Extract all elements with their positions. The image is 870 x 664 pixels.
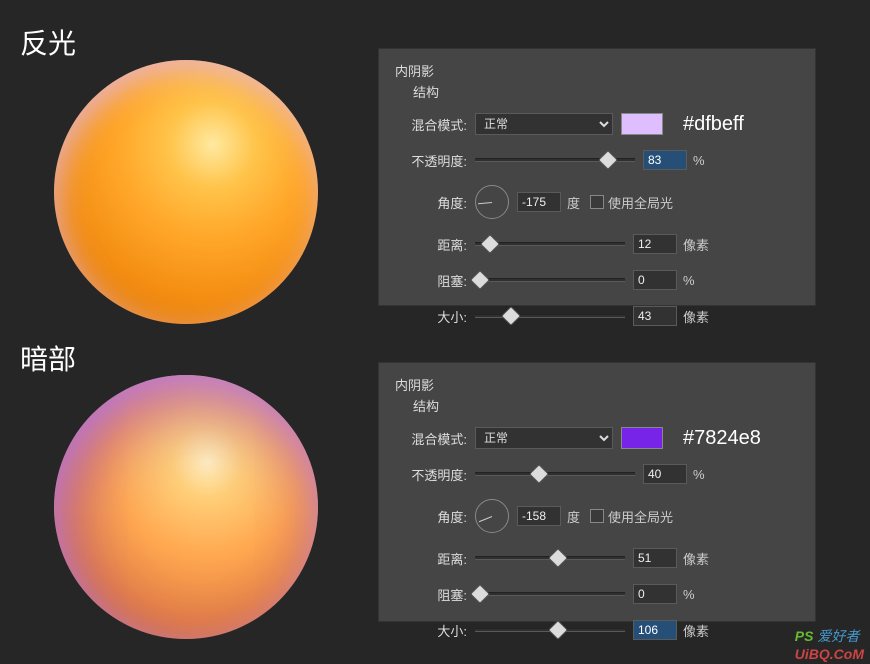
- slider-thumb[interactable]: [548, 548, 568, 568]
- choke-label: 阻塞:: [393, 271, 467, 290]
- angle-unit: 度: [567, 193, 580, 212]
- preview-sphere-reflection: [54, 60, 318, 324]
- distance-row: 距离: 51 像素: [393, 545, 801, 571]
- global-light-checkbox[interactable]: [590, 195, 604, 209]
- slider-thumb[interactable]: [470, 584, 490, 604]
- panel-title: 内阴影: [395, 375, 801, 394]
- blend-mode-select[interactable]: 正常: [475, 427, 613, 449]
- angle-input[interactable]: -175: [517, 192, 561, 212]
- size-label: 大小:: [393, 307, 467, 326]
- slider-thumb[interactable]: [480, 234, 500, 254]
- watermark-ps: PS: [795, 628, 814, 644]
- watermark-url: UiBQ.CoM: [795, 646, 864, 662]
- slider-thumb[interactable]: [529, 464, 549, 484]
- color-swatch[interactable]: [621, 427, 663, 449]
- distance-slider[interactable]: [475, 556, 625, 560]
- section-label-shadow: 暗部: [20, 338, 76, 378]
- global-light-checkbox[interactable]: [590, 509, 604, 523]
- choke-slider[interactable]: [475, 592, 625, 596]
- watermark-cn: 爱好者: [817, 628, 859, 644]
- hex-color-text: #7824e8: [683, 427, 761, 450]
- size-row: 大小: 106 像素: [393, 617, 801, 643]
- opacity-unit: %: [693, 153, 705, 168]
- choke-label: 阻塞:: [393, 585, 467, 604]
- opacity-row: 不透明度: 83 %: [393, 147, 801, 173]
- angle-row: 角度: -175 度 使用全局光: [393, 183, 801, 221]
- size-input[interactable]: 43: [633, 306, 677, 326]
- distance-label: 距离:: [393, 235, 467, 254]
- angle-row: 角度: -158 度 使用全局光: [393, 497, 801, 535]
- slider-thumb[interactable]: [501, 306, 521, 326]
- angle-needle: [478, 202, 492, 204]
- size-unit: 像素: [683, 621, 709, 640]
- size-label: 大小:: [393, 621, 467, 640]
- angle-input[interactable]: -158: [517, 506, 561, 526]
- angle-unit: 度: [567, 507, 580, 526]
- blend-mode-label: 混合模式:: [393, 115, 467, 134]
- size-input[interactable]: 106: [633, 620, 677, 640]
- choke-input[interactable]: 0: [633, 270, 677, 290]
- opacity-unit: %: [693, 467, 705, 482]
- distance-unit: 像素: [683, 549, 709, 568]
- size-slider[interactable]: [475, 314, 625, 318]
- choke-row: 阻塞: 0 %: [393, 581, 801, 607]
- panel-title: 内阴影: [395, 61, 801, 80]
- panel-subtitle: 结构: [413, 396, 801, 415]
- choke-input[interactable]: 0: [633, 584, 677, 604]
- blend-mode-row: 混合模式: 正常 #7824e8: [393, 425, 801, 451]
- size-row: 大小: 43 像素: [393, 303, 801, 329]
- angle-label: 角度:: [393, 507, 467, 526]
- opacity-input[interactable]: 40: [643, 464, 687, 484]
- blend-mode-label: 混合模式:: [393, 429, 467, 448]
- angle-dial[interactable]: [475, 185, 509, 219]
- distance-slider[interactable]: [475, 242, 625, 246]
- choke-unit: %: [683, 587, 695, 602]
- distance-input[interactable]: 12: [633, 234, 677, 254]
- choke-unit: %: [683, 273, 695, 288]
- watermark: PS 爱好者 UiBQ.CoM: [795, 626, 864, 662]
- blend-mode-select[interactable]: 正常: [475, 113, 613, 135]
- panel-subtitle: 结构: [413, 82, 801, 101]
- section-label-reflection: 反光: [20, 22, 76, 62]
- opacity-row: 不透明度: 40 %: [393, 461, 801, 487]
- slider-thumb[interactable]: [470, 270, 490, 290]
- preview-sphere-shadow: [54, 375, 318, 639]
- size-slider[interactable]: [475, 628, 625, 632]
- distance-input[interactable]: 51: [633, 548, 677, 568]
- slider-thumb[interactable]: [548, 620, 568, 640]
- distance-label: 距离:: [393, 549, 467, 568]
- angle-label: 角度:: [393, 193, 467, 212]
- choke-row: 阻塞: 0 %: [393, 267, 801, 293]
- opacity-slider[interactable]: [475, 158, 635, 162]
- choke-slider[interactable]: [475, 278, 625, 282]
- color-swatch[interactable]: [621, 113, 663, 135]
- hex-color-text: #dfbeff: [683, 113, 744, 136]
- opacity-label: 不透明度:: [393, 465, 467, 484]
- size-unit: 像素: [683, 307, 709, 326]
- inner-shadow-panel-2: 内阴影 结构 混合模式: 正常 #7824e8 不透明度: 40 % 角度: -…: [378, 362, 816, 622]
- distance-unit: 像素: [683, 235, 709, 254]
- opacity-input[interactable]: 83: [643, 150, 687, 170]
- global-light-label: 使用全局光: [608, 193, 673, 212]
- opacity-slider[interactable]: [475, 472, 635, 476]
- slider-thumb[interactable]: [598, 150, 618, 170]
- blend-mode-row: 混合模式: 正常 #dfbeff: [393, 111, 801, 137]
- angle-dial[interactable]: [475, 499, 509, 533]
- angle-needle: [479, 516, 492, 522]
- opacity-label: 不透明度:: [393, 151, 467, 170]
- distance-row: 距离: 12 像素: [393, 231, 801, 257]
- inner-shadow-panel-1: 内阴影 结构 混合模式: 正常 #dfbeff 不透明度: 83 % 角度: -…: [378, 48, 816, 306]
- global-light-label: 使用全局光: [608, 507, 673, 526]
